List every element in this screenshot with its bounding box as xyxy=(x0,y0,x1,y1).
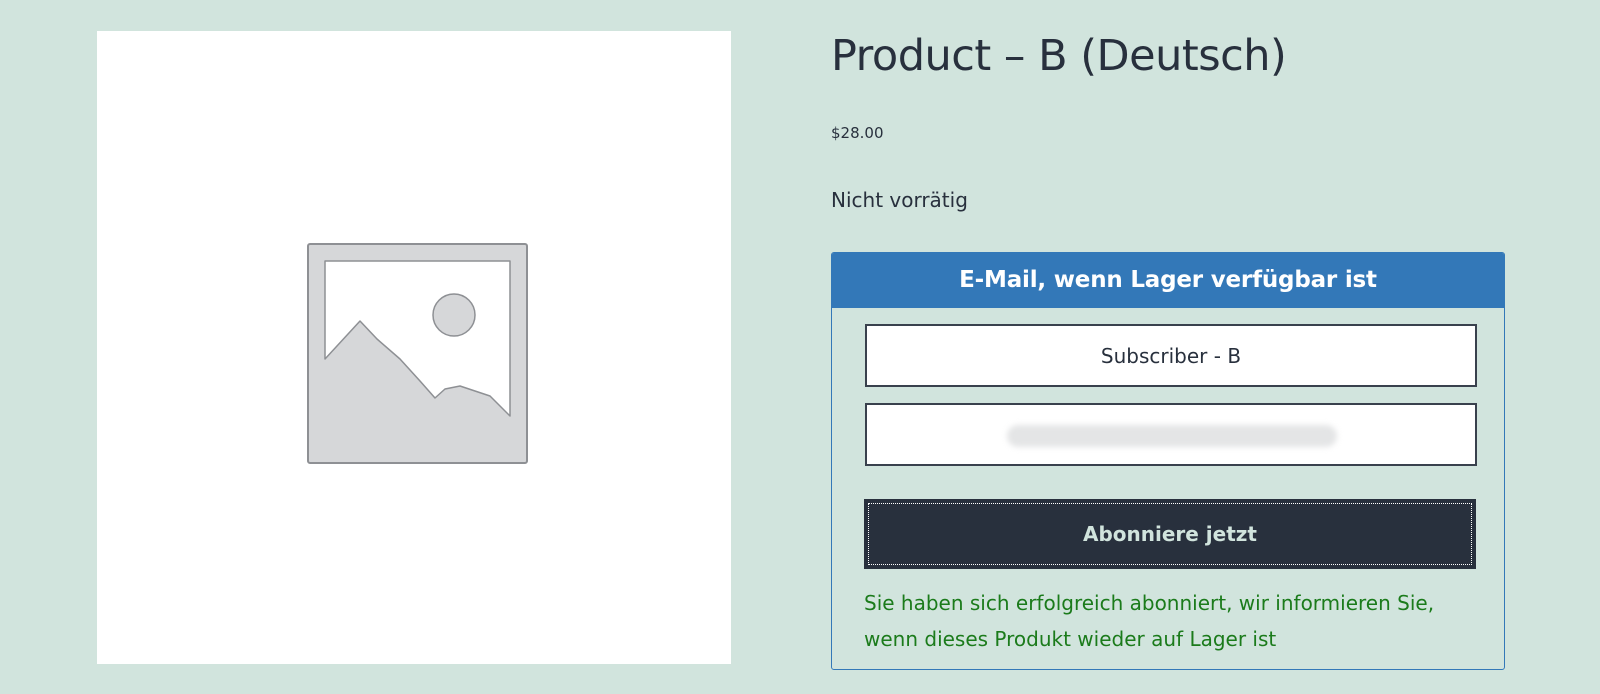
product-image[interactable] xyxy=(97,31,731,664)
form-header: E-Mail, wenn Lager verfügbar ist xyxy=(832,253,1504,308)
product-title: Product – B (Deutsch) xyxy=(831,31,1287,81)
subscribe-button[interactable]: Abonniere jetzt xyxy=(864,499,1476,569)
stock-status: Nicht vorrätig xyxy=(831,188,968,212)
back-in-stock-form: E-Mail, wenn Lager verfügbar ist Abonnie… xyxy=(831,252,1505,670)
subscriber-name-input[interactable] xyxy=(865,324,1477,387)
blurred-email-value xyxy=(1007,425,1337,447)
success-message: Sie haben sich erfolgreich abonniert, wi… xyxy=(864,591,1435,651)
image-placeholder-icon xyxy=(307,243,528,464)
product-price: $28.00 xyxy=(831,124,884,142)
email-input[interactable] xyxy=(865,403,1477,466)
